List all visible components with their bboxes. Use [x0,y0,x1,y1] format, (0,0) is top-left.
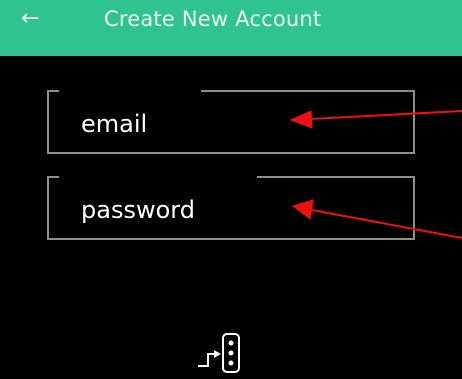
page-title: Create New Account [104,7,322,31]
email-field[interactable]: email [47,90,415,154]
step-list-icon[interactable] [196,330,246,376]
password-field[interactable]: password [47,176,415,240]
app-header: ← Create New Account [0,0,462,56]
field-label-notch [59,176,257,179]
field-label-notch [59,90,201,93]
email-placeholder: email [81,110,148,138]
app-screen: ← Create New Account email password [0,0,462,379]
password-placeholder: password [81,196,195,224]
back-arrow-icon[interactable]: ← [21,6,49,32]
